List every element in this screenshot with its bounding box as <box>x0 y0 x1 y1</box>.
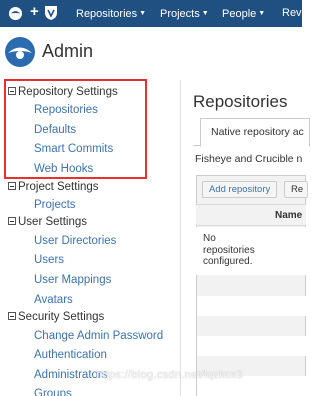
secondary-button[interactable]: Re <box>284 181 308 198</box>
section-project-settings[interactable]: Project Settings <box>8 180 99 194</box>
panel-divider <box>180 80 181 396</box>
sidebar-item-smart-commits[interactable]: Smart Commits <box>34 142 113 156</box>
sidebar-item-authentication[interactable]: Authentication <box>34 348 107 362</box>
sidebar-item-user-mappings[interactable]: User Mappings <box>34 273 111 287</box>
main-title: Repositories <box>193 92 288 111</box>
section-repository-settings[interactable]: Repository Settings <box>8 85 118 99</box>
column-header-name[interactable]: Name <box>275 210 302 221</box>
page-title: Admin <box>42 41 94 61</box>
app-switcher-icon[interactable] <box>8 6 23 21</box>
collapse-toggle-icon[interactable] <box>8 312 16 320</box>
nav-people[interactable]: People ▼ <box>222 6 265 22</box>
section-user-settings[interactable]: User Settings <box>8 215 87 229</box>
sidebar-item-projects[interactable]: Projects <box>34 198 76 212</box>
nav-projects[interactable]: Projects ▼ <box>160 6 209 22</box>
chevron-down-icon: ▼ <box>258 10 266 17</box>
sidebar-item-repositories[interactable]: Repositories <box>34 103 98 117</box>
collapse-toggle-icon[interactable] <box>8 182 16 190</box>
add-repository-button[interactable]: Add repository <box>202 181 278 198</box>
sidebar-item-change-admin-password[interactable]: Change Admin Password <box>34 329 163 343</box>
nav-repositories[interactable]: Repositories ▼ <box>76 6 146 22</box>
top-navigation-bar: + Repositories ▼ Projects ▼ People ▼ Revi <box>0 0 304 27</box>
nav-reviews[interactable]: Revi <box>282 6 304 21</box>
table-header: Name <box>196 204 306 226</box>
table-row-stripe <box>197 336 306 356</box>
chevron-down-icon: ▼ <box>201 10 209 17</box>
watermark-text: https://blog.csdn.net/lqzkcx3 <box>96 369 243 381</box>
collapse-toggle-icon[interactable] <box>8 87 16 95</box>
tab-native-repository-access[interactable]: Native repository ac <box>200 118 310 147</box>
sidebar-item-web-hooks[interactable]: Web Hooks <box>34 162 93 176</box>
chevron-down-icon: ▼ <box>139 10 147 17</box>
create-plus-icon[interactable]: + <box>30 3 39 21</box>
sidebar-item-users[interactable]: Users <box>34 253 64 267</box>
shield-icon[interactable] <box>44 5 58 21</box>
sidebar-item-user-directories[interactable]: User Directories <box>34 234 116 248</box>
table-row-stripe <box>197 296 306 316</box>
fisheye-logo-icon <box>5 37 35 67</box>
sidebar-item-groups[interactable]: Groups <box>34 387 72 396</box>
collapse-toggle-icon[interactable] <box>8 217 16 225</box>
sidebar-item-avatars[interactable]: Avatars <box>34 293 73 307</box>
section-security-settings[interactable]: Security Settings <box>8 310 104 324</box>
sidebar-item-defaults[interactable]: Defaults <box>34 123 76 137</box>
empty-message: No repositories configured. <box>203 233 255 267</box>
description-text: Fisheye and Crucible n <box>195 153 303 165</box>
